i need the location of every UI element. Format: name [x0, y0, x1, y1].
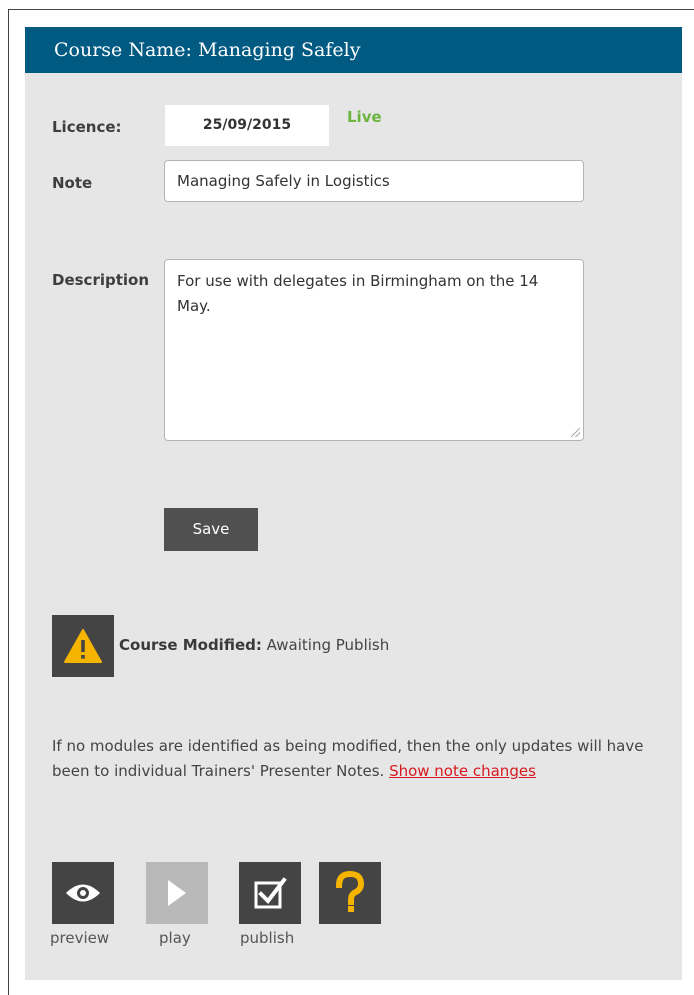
status-label: Course Modified:	[119, 636, 262, 654]
preview-button[interactable]	[52, 862, 114, 924]
play-icon	[168, 880, 186, 906]
note-label: Note	[52, 174, 93, 192]
preview-label: preview	[50, 929, 110, 947]
course-panel: Course Name: Managing Safely Licence: 25…	[25, 27, 682, 980]
info-message: If no modules are identified as being mo…	[52, 737, 644, 780]
eye-icon	[66, 884, 100, 902]
course-status: Course Modified: Awaiting Publish	[119, 636, 389, 654]
play-button[interactable]	[146, 862, 208, 924]
description-textarea[interactable]: For use with delegates in Birmingham on …	[164, 259, 584, 441]
info-text: If no modules are identified as being mo…	[52, 734, 652, 784]
licence-label: Licence:	[52, 118, 122, 136]
save-button[interactable]: Save	[164, 508, 258, 551]
description-text: For use with delegates in Birmingham on …	[177, 272, 539, 315]
question-icon	[335, 871, 365, 912]
licence-date: 25/09/2015	[165, 105, 329, 146]
warning-icon	[52, 615, 114, 677]
description-label: Description	[52, 271, 150, 289]
note-input[interactable]: Managing Safely in Logistics	[164, 160, 584, 202]
licence-status: Live	[347, 108, 382, 126]
status-value: Awaiting Publish	[266, 636, 390, 654]
publish-label: publish	[240, 929, 295, 947]
play-label: play	[159, 929, 191, 947]
help-button[interactable]	[319, 862, 381, 924]
publish-button[interactable]	[239, 862, 301, 924]
resize-grip-icon[interactable]	[571, 428, 580, 437]
show-note-changes-link[interactable]: Show note changes	[389, 762, 536, 780]
course-title: Course Name: Managing Safely	[25, 27, 682, 73]
checkbox-icon	[254, 877, 287, 909]
